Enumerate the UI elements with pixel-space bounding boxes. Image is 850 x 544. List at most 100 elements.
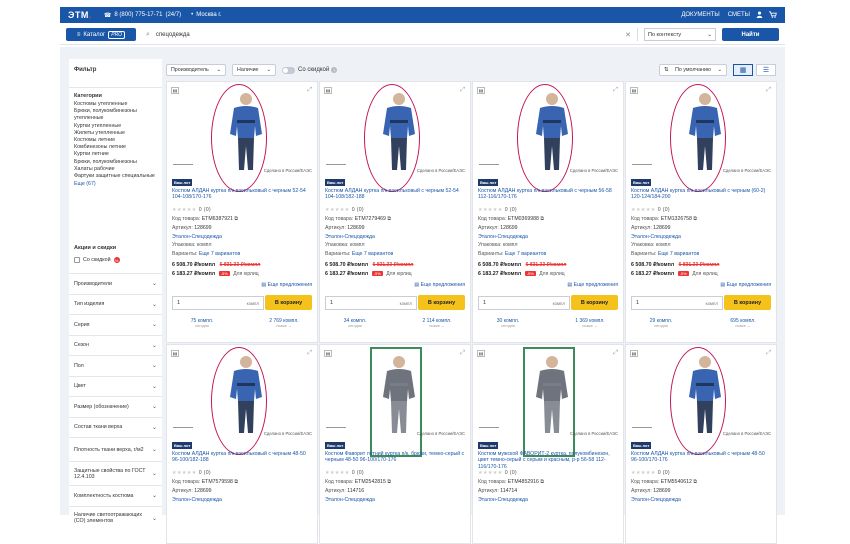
product-title[interactable]: Костюм АЛДАН куртка п/к васильковый с че… — [631, 451, 773, 464]
quantity-input[interactable]: 1 компл — [478, 296, 570, 310]
variants-link[interactable]: Еще 7 вариантов — [658, 251, 699, 257]
variants-link[interactable]: Еще 7 вариантов — [199, 251, 240, 257]
facet-color[interactable]: Цвет ⌄ — [69, 375, 162, 397]
product-card[interactable]: ▮▮ ⤢ Сделано в России/ЕАЭС Ваш лот Костю… — [472, 81, 624, 343]
copy-icon[interactable]: ⧉ — [540, 216, 544, 222]
stock-later[interactable]: 1 369 компл. позже → — [560, 318, 620, 328]
stock-today[interactable]: 75 компл. сегодня — [172, 318, 232, 328]
stock-later[interactable]: 695 компл. позже → — [713, 318, 773, 328]
clear-icon[interactable]: ✕ — [625, 31, 631, 39]
price-chart-icon[interactable]: ▮▮ — [324, 350, 332, 357]
category-item[interactable]: Куртки утепленные — [74, 123, 159, 130]
copy-icon[interactable]: ⧉ — [234, 216, 238, 222]
product-title[interactable]: Костюм АЛДАН куртка п/к васильковый с че… — [478, 188, 620, 201]
rating[interactable]: ★★★★★ 0 (0) — [478, 470, 517, 476]
find-button[interactable]: Найти — [722, 28, 779, 41]
rating[interactable]: ★★★★★ 0 (0) — [631, 470, 670, 476]
cart-icon[interactable] — [769, 10, 777, 20]
facet-fabric[interactable]: Состав ткани верха ⌄ — [69, 416, 162, 438]
add-to-cart-button[interactable]: В корзину — [571, 295, 618, 310]
list-view-icon[interactable]: ☰ — [756, 64, 776, 76]
compare-icon[interactable]: ⤢ — [766, 87, 771, 94]
search-context-select[interactable]: По контексту ⌄ — [644, 28, 716, 41]
discount-filter[interactable]: Со скидкой % — [74, 257, 159, 263]
product-title[interactable]: Костюм АЛДАН куртка п/к васильковый с че… — [631, 188, 773, 201]
category-item[interactable]: Костюмы утепленные — [74, 101, 159, 108]
rating[interactable]: ★★★★★ 0 (0) — [172, 207, 211, 213]
copy-icon[interactable]: ⧉ — [234, 479, 238, 485]
brand-link[interactable]: Эталон-Спецодежда — [478, 496, 620, 505]
price-chart-icon[interactable]: ▮▮ — [630, 350, 638, 357]
product-title[interactable]: Костюм АЛДАН куртка п/к васильковый с че… — [172, 451, 314, 464]
compare-icon[interactable]: ⤢ — [307, 87, 312, 94]
catalog-button[interactable]: ≡ Каталог PRO — [66, 28, 136, 41]
category-item[interactable]: Фартуки защитные специальные — [74, 173, 159, 180]
facet-completeness[interactable]: Комплектность костюма ⌄ — [69, 485, 162, 506]
copy-icon[interactable]: ⧉ — [693, 479, 697, 485]
brand-link[interactable]: Эталон-Спецодежда — [325, 233, 467, 242]
more-offers-link[interactable]: ▤ Еще предложения — [567, 282, 618, 288]
variants-link[interactable]: Еще 7 вариантов — [505, 251, 546, 257]
link-estimates[interactable]: СМЕТЫ — [728, 12, 750, 18]
compare-icon[interactable]: ⤢ — [307, 350, 312, 357]
product-card[interactable]: ▮▮ ⤢ Сделано в России/ЕАЭС Ваш лот Костю… — [472, 344, 624, 544]
facet-density[interactable]: Плотность ткани верха, г/м2 ⌄ — [69, 437, 162, 461]
category-item[interactable]: Костюмы летние — [74, 137, 159, 144]
product-title[interactable]: Костюм АЛДАН куртка п/к васильковый с че… — [172, 188, 314, 201]
product-title[interactable]: Костюм Фаворит летний куртка п/к, брюки,… — [325, 451, 467, 464]
add-to-cart-button[interactable]: В корзину — [418, 295, 465, 310]
facet-manufacturer[interactable]: Производители ⌄ — [69, 273, 162, 294]
product-card[interactable]: ▮▮ ⤢ Сделано в России/ЕАЭС Ваш лот Костю… — [625, 344, 777, 544]
product-title[interactable]: Костюм АЛДАН куртка п/к васильковый с че… — [325, 188, 467, 201]
stock-today[interactable]: 34 компл. сегодня — [325, 318, 385, 328]
product-card[interactable]: ▮▮ ⤢ Сделано в России/ЕАЭС Ваш лот Костю… — [319, 81, 471, 343]
facet-type[interactable]: Тип изделия ⌄ — [69, 293, 162, 315]
grid-view-icon[interactable]: ▦ — [733, 64, 753, 76]
rating[interactable]: ★★★★★ 0 (0) — [325, 470, 364, 476]
compare-icon[interactable]: ⤢ — [460, 350, 465, 357]
category-item[interactable]: Халаты рабочие — [74, 166, 159, 173]
facet-gender[interactable]: Пол ⌄ — [69, 355, 162, 376]
facet-season[interactable]: Сезон ⌄ — [69, 334, 162, 356]
quantity-input[interactable]: 1 компл — [631, 296, 723, 310]
category-item[interactable]: Жилеты утепленные — [74, 130, 159, 137]
add-to-cart-button[interactable]: В корзину — [724, 295, 771, 310]
quantity-input[interactable]: 1 компл — [325, 296, 417, 310]
product-card[interactable]: ▮▮ ⤢ Сделано в России/ЕАЭС Ваш лот Костю… — [166, 344, 318, 544]
manufacturer-dropdown[interactable]: Производитель ⌄ — [166, 64, 226, 76]
quantity-input[interactable]: 1 компл — [172, 296, 264, 310]
category-item[interactable]: Брюки, полукомбинезоны утепленные — [74, 108, 159, 122]
discount-checkbox[interactable] — [74, 257, 80, 263]
rating[interactable]: ★★★★★ 0 (0) — [325, 207, 364, 213]
more-offers-link[interactable]: ▤ Еще предложения — [720, 282, 771, 288]
variants-link[interactable]: Еще 7 вариантов — [352, 251, 393, 257]
user-icon[interactable] — [756, 11, 763, 20]
copy-icon[interactable]: ⧉ — [693, 216, 697, 222]
add-to-cart-button[interactable]: В корзину — [265, 295, 312, 310]
product-card[interactable]: ▮▮ ⤢ Сделано в России/ЕАЭС Ваш лот Костю… — [166, 81, 318, 343]
discount-toggle[interactable] — [282, 66, 295, 74]
stock-later[interactable]: 2 114 компл. позже → — [407, 318, 467, 328]
facet-protection[interactable]: Защитные свойства по ГОСТ 12.4.103 ⌄ — [69, 461, 162, 485]
copy-icon[interactable]: ⧉ — [387, 479, 391, 485]
phone[interactable]: ☎ 8 (800) 775-17-71 (24/7) — [104, 12, 181, 19]
compare-icon[interactable]: ⤢ — [613, 350, 618, 357]
facet-reflective[interactable]: Наличие светоотражающих (СО) элементов ⌄ — [69, 505, 162, 530]
price-chart-icon[interactable]: ▮▮ — [477, 350, 485, 357]
category-item[interactable]: Куртки летние — [74, 151, 159, 158]
category-item[interactable]: Комбинезоны летние — [74, 144, 159, 151]
brand-link[interactable]: Эталон-Спецодежда — [631, 496, 773, 505]
categories-more-link[interactable]: Еще (67) — [74, 181, 159, 187]
stock-today[interactable]: 29 компл. сегодня — [631, 318, 691, 328]
brand-link[interactable]: Эталон-Спецодежда — [631, 233, 773, 242]
rating[interactable]: ★★★★★ 0 (0) — [631, 207, 670, 213]
brand-link[interactable]: Эталон-Спецодежда — [478, 233, 620, 242]
category-item[interactable]: Брюки, полукомбинезоны — [74, 159, 159, 166]
stock-today[interactable]: 30 компл. сегодня — [478, 318, 538, 328]
product-title[interactable]: Костюм мужской ФАВОРИТ-2 куртка, полуком… — [478, 451, 620, 470]
copy-icon[interactable]: ⧉ — [387, 216, 391, 222]
availability-dropdown[interactable]: Наличие ⌄ — [232, 64, 276, 76]
rating[interactable]: ★★★★★ 0 (0) — [478, 207, 517, 213]
more-offers-link[interactable]: ▤ Еще предложения — [414, 282, 465, 288]
compare-icon[interactable]: ⤢ — [613, 87, 618, 94]
